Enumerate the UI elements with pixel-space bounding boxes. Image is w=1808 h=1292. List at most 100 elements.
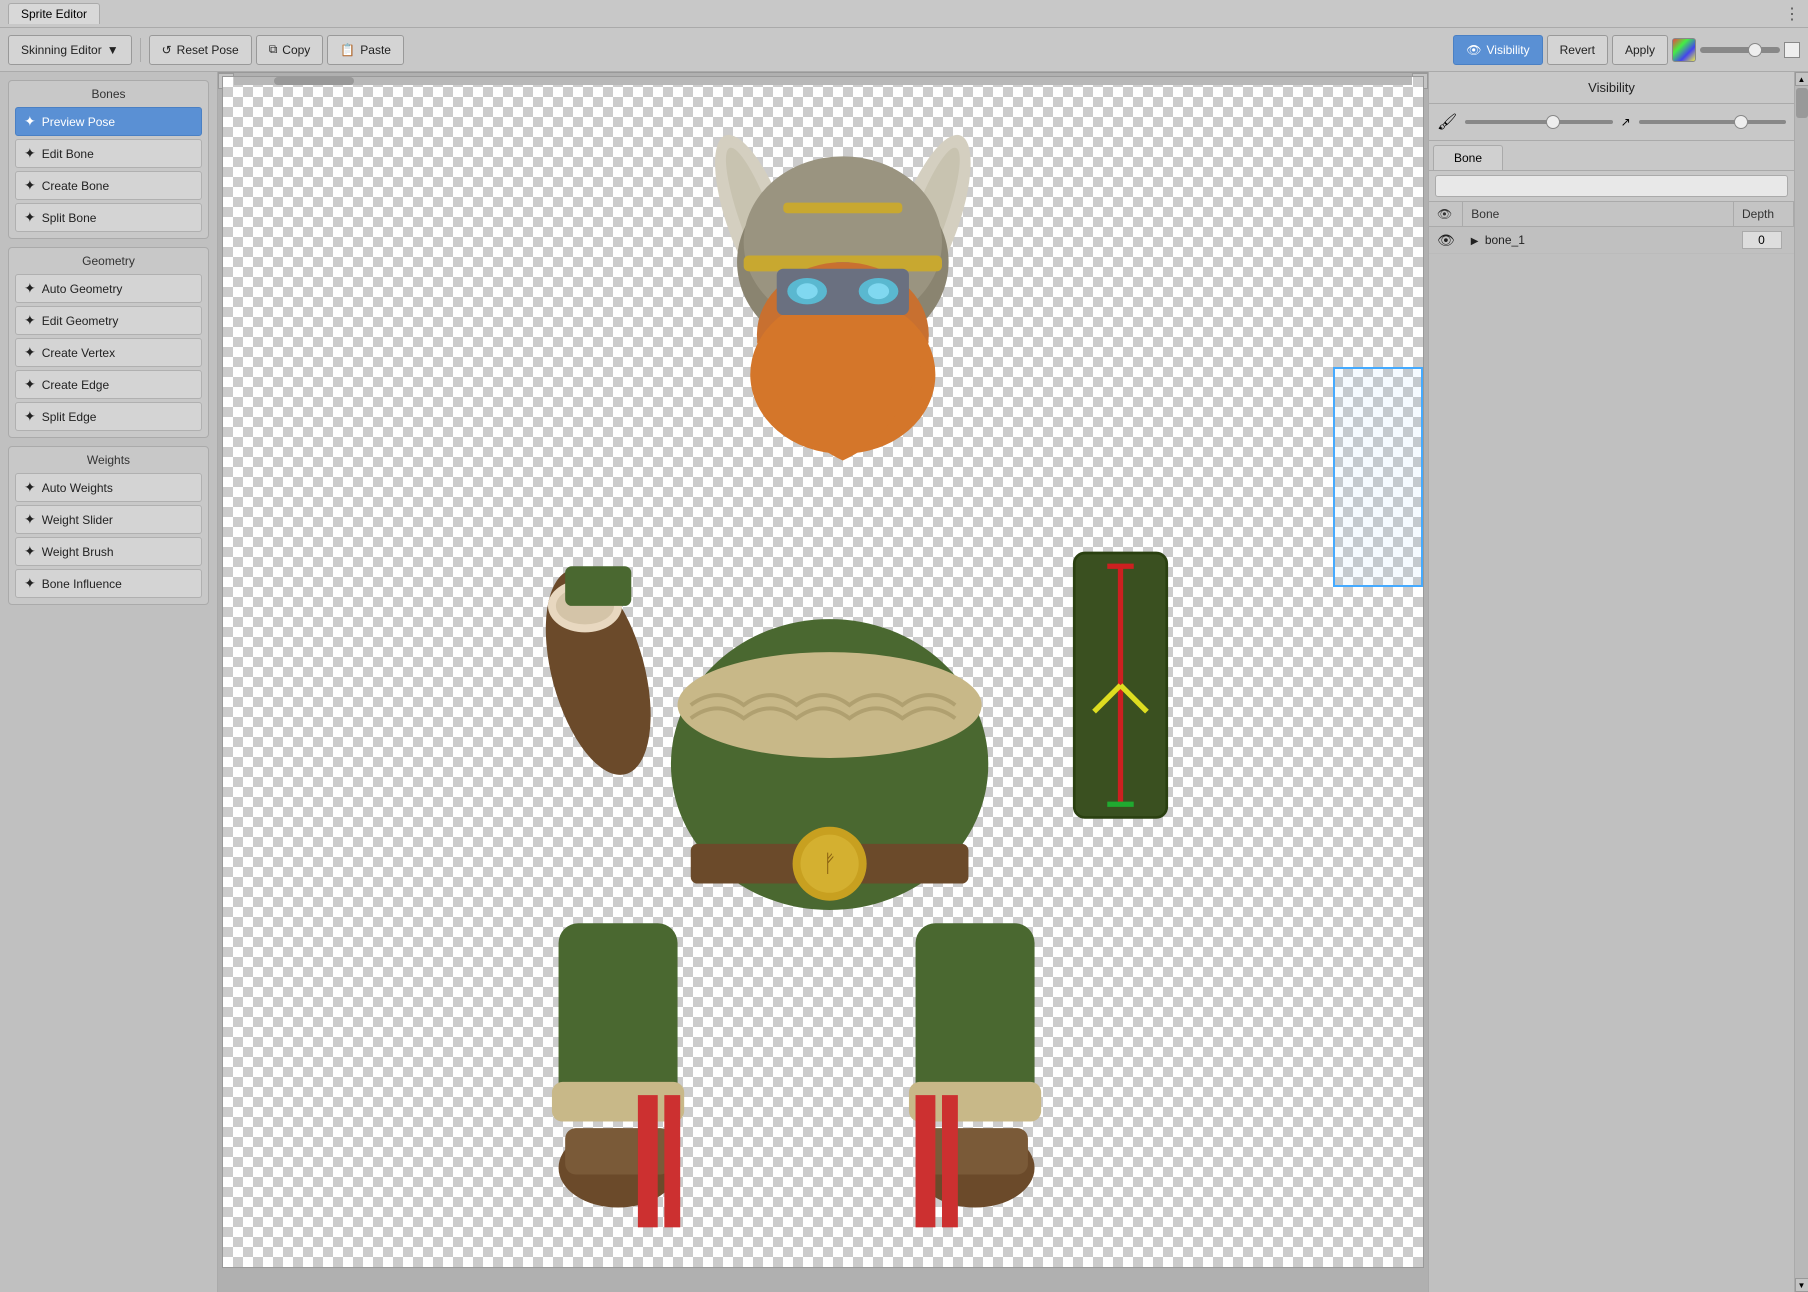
weight-brush-icon: ✦	[24, 543, 36, 560]
reset-pose-button[interactable]: ↺ Reset Pose	[149, 35, 252, 65]
weight-brush-button[interactable]: ✦ Weight Brush	[15, 537, 202, 566]
brush-opacity-slider[interactable]	[1465, 120, 1612, 124]
color-swatch-icon[interactable]	[1672, 38, 1696, 62]
eye-col-header: 👁	[1429, 202, 1463, 227]
search-bar	[1429, 171, 1794, 202]
right-panel: Visibility 🖌 ↗ Bone	[1428, 72, 1808, 1292]
bone-tab[interactable]: Bone	[1433, 145, 1503, 170]
scroll-up-arrow[interactable]: ▲	[1795, 72, 1808, 86]
viking-torso: ᚠ	[671, 619, 988, 910]
bone-tab-area: Bone	[1429, 141, 1794, 171]
revert-button[interactable]: Revert	[1547, 35, 1608, 65]
split-edge-icon: ✦	[24, 408, 36, 425]
bone-influence-icon: ✦	[24, 575, 36, 592]
eye-icon: 👁	[1466, 43, 1481, 57]
reset-icon: ↺	[162, 43, 172, 57]
edit-bone-button[interactable]: ✦ Edit Bone	[15, 139, 202, 168]
bone-table: 👁 Bone Depth 👁 ▶ bone_1	[1429, 202, 1794, 254]
toolbar: Skinning Editor ▼ ↺ Reset Pose ⧉ Copy 📋 …	[0, 28, 1808, 72]
edit-bone-icon: ✦	[24, 145, 36, 162]
brush-icon: 🖌	[1437, 112, 1457, 132]
toolbar-separator-1	[140, 38, 141, 62]
scroll-track[interactable]	[234, 77, 1412, 85]
right-scrollbar: ▲ ▼	[1794, 72, 1808, 1292]
viking-left-arm	[526, 558, 670, 786]
viking-weapon	[1074, 553, 1167, 817]
create-vertex-button[interactable]: ✦ Create Vertex	[15, 338, 202, 367]
geometry-panel-title: Geometry	[15, 254, 202, 268]
scroll-thumb-v[interactable]	[1796, 88, 1808, 118]
bone-col-header: Bone	[1463, 202, 1734, 227]
create-bone-icon: ✦	[24, 177, 36, 194]
visibility-controls: 🖌 ↗	[1429, 104, 1794, 141]
skinning-editor-dropdown[interactable]: Skinning Editor ▼	[8, 35, 132, 65]
depth-cell[interactable]	[1734, 227, 1794, 254]
arrow-slider-thumb[interactable]	[1734, 115, 1748, 129]
split-edge-button[interactable]: ✦ Split Edge	[15, 402, 202, 431]
apply-button[interactable]: Apply	[1612, 35, 1668, 65]
title-bar: Sprite Editor ⋮	[0, 0, 1808, 28]
main-content: Bones ✦ Preview Pose ✦ Edit Bone ✦ Creat…	[0, 72, 1808, 1292]
edit-geometry-button[interactable]: ✦ Edit Geometry	[15, 306, 202, 335]
auto-weights-button[interactable]: ✦ Auto Weights	[15, 473, 202, 502]
preview-pose-button[interactable]: ✦ Preview Pose	[15, 107, 202, 136]
title-tab[interactable]: Sprite Editor	[8, 3, 100, 24]
edit-geometry-icon: ✦	[24, 312, 36, 329]
canvas-checkerboard[interactable]: ᚠ	[222, 76, 1424, 1268]
white-square-icon[interactable]	[1784, 42, 1800, 58]
bones-panel-title: Bones	[15, 87, 202, 101]
geometry-panel: Geometry ✦ Auto Geometry ✦ Edit Geometry…	[8, 247, 209, 438]
viking-head	[698, 126, 988, 461]
sprite-canvas: ᚠ	[223, 77, 1423, 1267]
right-panel-content: Visibility 🖌 ↗ Bone	[1429, 72, 1794, 1292]
canvas-area[interactable]: ᚠ	[218, 72, 1428, 1292]
arrow-slider[interactable]	[1639, 120, 1786, 124]
depth-col-header: Depth	[1734, 202, 1794, 227]
weight-slider-icon: ✦	[24, 511, 36, 528]
viking-left-leg	[552, 923, 684, 1227]
svg-text:ᚠ: ᚠ	[822, 851, 836, 878]
viking-right-leg	[909, 923, 1041, 1227]
bone-search-input[interactable]	[1435, 175, 1788, 197]
create-bone-button[interactable]: ✦ Create Bone	[15, 171, 202, 200]
arrow-icon-vis: ↗	[1621, 115, 1631, 129]
paste-icon: 📋	[340, 43, 355, 57]
right-panel-title: Visibility	[1429, 72, 1794, 104]
dropdown-arrow-icon: ▼	[107, 43, 119, 57]
split-bone-icon: ✦	[24, 209, 36, 226]
auto-weights-icon: ✦	[24, 479, 36, 496]
scroll-down-arrow[interactable]: ▼	[1795, 1278, 1808, 1292]
brightness-slider-container	[1700, 47, 1780, 53]
bone-influence-button[interactable]: ✦ Bone Influence	[15, 569, 202, 598]
weight-slider-button[interactable]: ✦ Weight Slider	[15, 505, 202, 534]
split-bone-button[interactable]: ✦ Split Bone	[15, 203, 202, 232]
menu-icon[interactable]: ⋮	[1784, 4, 1800, 24]
brightness-slider-track[interactable]	[1700, 47, 1780, 53]
eye-cell[interactable]: 👁	[1429, 227, 1463, 254]
bone-visibility-icon[interactable]: 👁	[1437, 232, 1455, 248]
bone-depth-input[interactable]	[1742, 231, 1782, 249]
selection-box	[1333, 367, 1423, 587]
scroll-thumb[interactable]	[274, 77, 354, 85]
skinning-editor-label: Skinning Editor	[21, 43, 102, 57]
expand-arrow-icon[interactable]: ▶	[1471, 236, 1479, 247]
create-edge-button[interactable]: ✦ Create Edge	[15, 370, 202, 399]
copy-icon: ⧉	[269, 42, 278, 57]
bone-name-cell[interactable]: ▶ bone_1	[1463, 227, 1734, 254]
brush-opacity-thumb[interactable]	[1546, 115, 1560, 129]
table-row[interactable]: 👁 ▶ bone_1	[1429, 227, 1794, 254]
brightness-slider-thumb[interactable]	[1748, 43, 1762, 57]
bone-name-label: bone_1	[1485, 233, 1525, 247]
visibility-button[interactable]: 👁 Visibility	[1453, 35, 1542, 65]
scroll-track-v[interactable]	[1795, 86, 1808, 1278]
create-edge-icon: ✦	[24, 376, 36, 393]
paste-button[interactable]: 📋 Paste	[327, 35, 404, 65]
weights-panel-title: Weights	[15, 453, 202, 467]
preview-pose-icon: ✦	[24, 113, 36, 130]
auto-geometry-button[interactable]: ✦ Auto Geometry	[15, 274, 202, 303]
bones-panel: Bones ✦ Preview Pose ✦ Edit Bone ✦ Creat…	[8, 80, 209, 239]
bone-table-header: 👁 Bone Depth	[1429, 202, 1794, 227]
copy-button[interactable]: ⧉ Copy	[256, 35, 324, 65]
auto-geometry-icon: ✦	[24, 280, 36, 297]
left-sidebar: Bones ✦ Preview Pose ✦ Edit Bone ✦ Creat…	[0, 72, 218, 1292]
